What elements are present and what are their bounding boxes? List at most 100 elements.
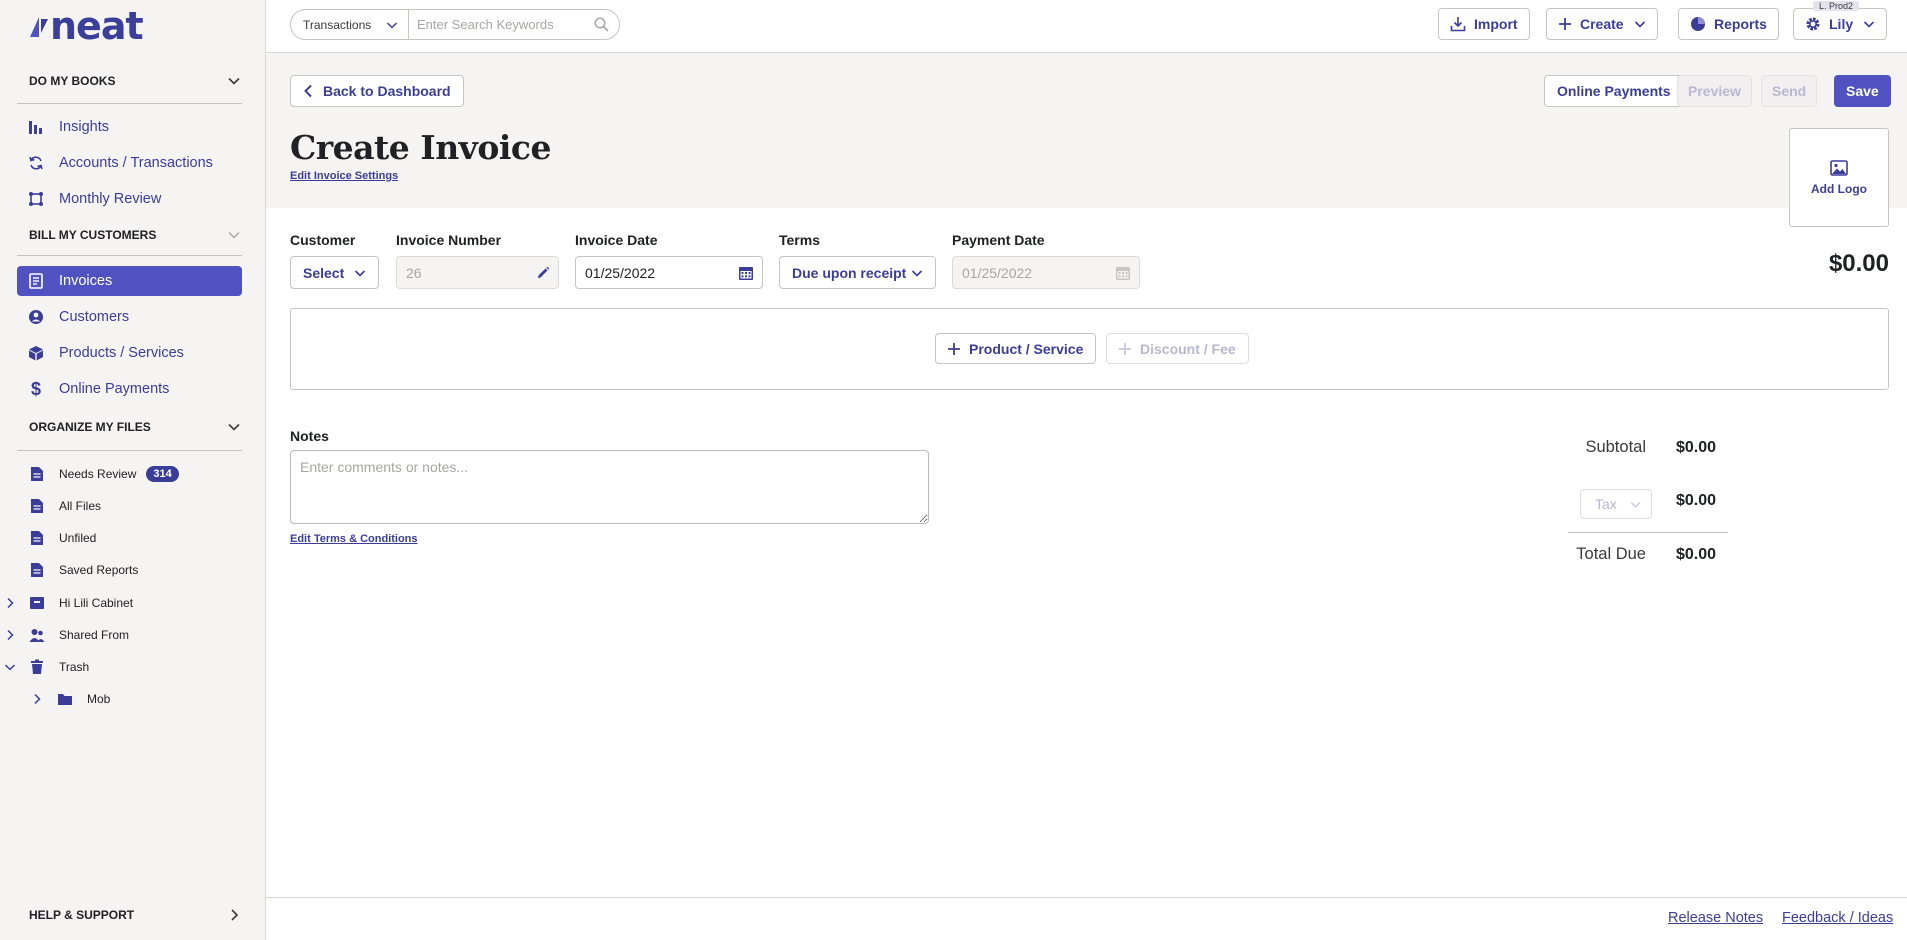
line-items-area: Product / Service Discount / Fee xyxy=(290,308,1889,390)
online-payments-label: Online Payments xyxy=(1557,83,1671,99)
edit-invoice-settings-link[interactable]: Edit Invoice Settings xyxy=(290,170,398,182)
image-icon xyxy=(1830,160,1848,176)
payment-date-field[interactable]: 01/25/2022 xyxy=(952,256,1140,289)
file-item-hi-lili-cabinet[interactable]: Hi Lili Cabinet xyxy=(29,591,133,615)
back-to-dashboard-button[interactable]: Back to Dashboard xyxy=(290,75,464,107)
sidebar-item-customers[interactable]: Customers xyxy=(17,302,242,332)
notes-textarea[interactable] xyxy=(290,450,929,524)
sidebar-item-insights[interactable]: Insights xyxy=(17,112,242,142)
send-button[interactable]: Send xyxy=(1761,75,1817,107)
neat-logo[interactable]: neat xyxy=(28,6,143,46)
account-tag: L. Prod2 xyxy=(1813,1,1859,11)
chevron-down-icon[interactable] xyxy=(4,661,16,673)
discount-fee-label: Discount / Fee xyxy=(1140,341,1236,357)
download-icon xyxy=(1450,16,1466,32)
plus-icon xyxy=(1558,17,1572,31)
pie-chart-icon xyxy=(1690,16,1706,32)
file-item-label: All Files xyxy=(59,499,101,513)
reports-button[interactable]: Reports xyxy=(1678,8,1779,40)
invoice-icon xyxy=(27,272,45,290)
search-input[interactable] xyxy=(409,10,594,39)
chevron-down-icon xyxy=(354,267,366,279)
chevron-right-icon[interactable] xyxy=(4,629,16,641)
edit-terms-conditions-link[interactable]: Edit Terms & Conditions xyxy=(290,533,418,545)
file-item-label: Mob xyxy=(87,692,110,706)
subtotal-label-text: Subtotal xyxy=(1585,438,1646,456)
terms-select[interactable]: Due upon receipt xyxy=(779,256,936,289)
search-type-select[interactable]: Transactions xyxy=(291,10,409,39)
chevron-right-icon[interactable] xyxy=(4,597,16,609)
chevron-right-icon xyxy=(227,908,241,922)
total-due-value: $0.00 xyxy=(1676,546,1716,564)
file-item-saved-reports[interactable]: Saved Reports xyxy=(29,558,138,582)
page-title: Create Invoice xyxy=(290,128,551,167)
pencil-icon[interactable] xyxy=(536,266,550,280)
file-item-unfiled[interactable]: Unfiled xyxy=(29,526,96,550)
file-item-trash[interactable]: Trash xyxy=(29,655,89,679)
section-heading: DO MY BOOKS xyxy=(29,74,115,88)
customer-value: Select xyxy=(303,265,344,281)
terms-label: Terms xyxy=(779,232,820,248)
file-item-label: Saved Reports xyxy=(59,563,138,577)
section-heading: ORGANIZE MY FILES xyxy=(29,420,151,434)
file-item-mob[interactable]: Mob xyxy=(57,687,110,711)
document-icon xyxy=(29,498,45,514)
add-discount-fee-button[interactable]: Discount / Fee xyxy=(1106,333,1249,364)
review-icon xyxy=(27,190,45,208)
user-menu-button[interactable]: Lily xyxy=(1793,8,1887,40)
invoice-number-value: 26 xyxy=(406,265,422,281)
footer: Release Notes Feedback / Ideas xyxy=(266,897,1907,940)
tax-select[interactable]: Tax xyxy=(1580,489,1652,519)
user-label: Lily xyxy=(1829,16,1853,32)
document-icon xyxy=(29,562,45,578)
chevron-down-icon xyxy=(227,420,241,434)
sidebar-item-products-services[interactable]: Products / Services xyxy=(17,338,242,368)
section-organize-my-files[interactable]: ORGANIZE MY FILES xyxy=(29,416,241,438)
total-due-label: Total Due xyxy=(1560,545,1686,564)
import-button[interactable]: Import xyxy=(1438,8,1530,40)
sidebar-item-monthly-review[interactable]: Monthly Review xyxy=(17,184,242,214)
sidebar-item-label: Customers xyxy=(59,309,129,325)
add-logo-button[interactable]: Add Logo xyxy=(1789,128,1889,227)
create-button[interactable]: Create xyxy=(1546,8,1658,40)
save-button[interactable]: Save xyxy=(1834,75,1891,107)
shared-icon xyxy=(29,627,45,643)
divider xyxy=(17,450,242,451)
section-bill-my-customers[interactable]: BILL MY CUSTOMERS xyxy=(29,224,241,246)
add-logo-label: Add Logo xyxy=(1811,182,1867,196)
invoice-date-value: 01/25/2022 xyxy=(585,265,655,281)
chevron-down-icon xyxy=(386,19,398,31)
sidebar-item-accounts-transactions[interactable]: Accounts / Transactions xyxy=(17,148,242,178)
send-label: Send xyxy=(1772,83,1806,99)
sidebar-item-label: Products / Services xyxy=(59,345,184,361)
sidebar-item-invoices[interactable]: Invoices xyxy=(17,266,242,296)
notes-label: Notes xyxy=(290,428,329,444)
save-label: Save xyxy=(1846,83,1879,99)
file-item-all-files[interactable]: All Files xyxy=(29,494,101,518)
release-notes-link[interactable]: Release Notes xyxy=(1668,910,1763,926)
section-help-support[interactable]: HELP & SUPPORT xyxy=(29,904,241,926)
file-item-label: Unfiled xyxy=(59,531,96,545)
calendar-icon[interactable] xyxy=(738,265,754,281)
search-icon[interactable] xyxy=(594,17,609,32)
divider xyxy=(17,103,242,104)
section-do-my-books[interactable]: DO MY BOOKS xyxy=(29,70,241,92)
invoice-number-field[interactable]: 26 xyxy=(396,256,559,289)
sidebar-item-online-payments[interactable]: $ Online Payments xyxy=(17,374,242,404)
person-icon xyxy=(27,308,45,326)
customer-select[interactable]: Select xyxy=(290,256,379,289)
feedback-ideas-link[interactable]: Feedback / Ideas xyxy=(1782,910,1893,926)
tax-value: $0.00 xyxy=(1676,492,1716,510)
preview-button[interactable]: Preview xyxy=(1677,75,1752,107)
file-item-label: Trash xyxy=(59,660,89,674)
add-product-service-button[interactable]: Product / Service xyxy=(935,333,1096,364)
invoice-amount: $0.00 xyxy=(1829,250,1889,278)
total-due-label-text: Total Due xyxy=(1576,545,1646,563)
online-payments-button[interactable]: Online Payments xyxy=(1544,75,1684,107)
chevron-right-icon[interactable] xyxy=(31,693,43,705)
file-item-shared-from[interactable]: Shared From xyxy=(29,623,129,647)
dollar-icon: $ xyxy=(27,380,45,398)
file-item-needs-review[interactable]: Needs Review 314 xyxy=(29,462,179,486)
trash-icon xyxy=(29,659,45,675)
invoice-date-field[interactable]: 01/25/2022 xyxy=(575,256,763,289)
